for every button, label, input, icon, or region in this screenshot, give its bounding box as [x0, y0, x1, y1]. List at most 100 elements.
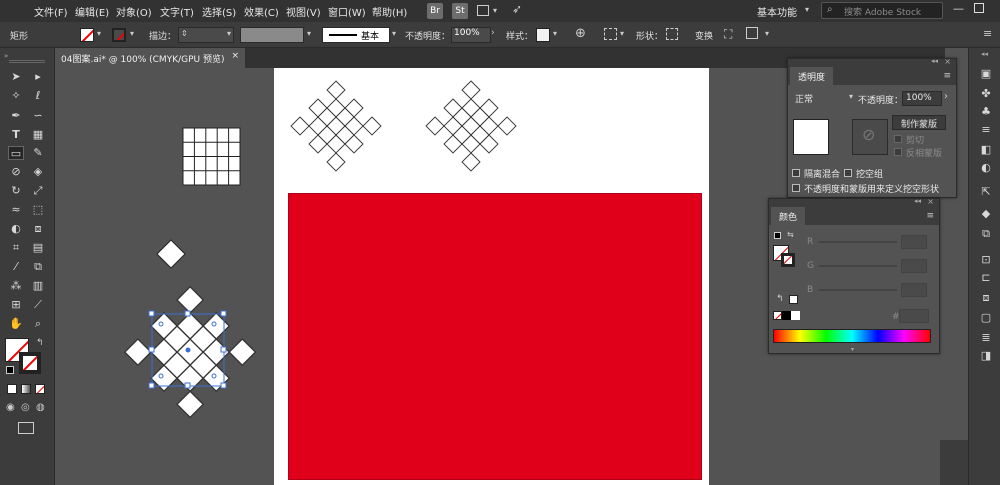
channel-r-field[interactable]: [901, 235, 927, 249]
pen-icon[interactable]: ✒: [8, 109, 24, 123]
transform-button[interactable]: 变换: [695, 29, 713, 42]
draw-behind-icon[interactable]: ◎: [21, 402, 30, 413]
close-icon[interactable]: ×: [944, 57, 951, 66]
free-transform-icon[interactable]: ⬚: [30, 203, 46, 217]
panel-grip[interactable]: ◂◂ ×: [769, 197, 939, 207]
perspective-icon[interactable]: ⧈: [30, 222, 46, 236]
collapse-icon[interactable]: ◂◂: [914, 197, 921, 205]
document-tab[interactable]: 04图案.ai* @ 100% (CMYK/GPU 预览) ×: [55, 48, 245, 68]
stroke-weight-field[interactable]: ⇕ ▾: [178, 27, 234, 43]
menu-edit[interactable]: 编辑(E): [75, 4, 109, 19]
brush-definition[interactable]: 基本: [322, 27, 390, 43]
channel-r-slider[interactable]: [819, 241, 897, 243]
menu-view[interactable]: 视图(V): [286, 4, 321, 19]
align-icon[interactable]: [604, 28, 617, 40]
gpu-rocket-icon[interactable]: ➶: [512, 2, 522, 16]
gradient-mode-icon[interactable]: [21, 384, 31, 394]
column-graph-icon[interactable]: ▥: [30, 279, 46, 293]
layers-icon[interactable]: ◆: [979, 208, 993, 220]
opacity-mask-knockout-checkbox[interactable]: [792, 184, 800, 192]
menu-help[interactable]: 帮助(H): [372, 4, 407, 19]
gradient-icon[interactable]: ▤: [30, 241, 46, 255]
slice-icon[interactable]: ⟋: [30, 298, 46, 312]
character-icon[interactable]: ≣: [979, 332, 993, 344]
stock-button[interactable]: St: [452, 3, 468, 19]
minimize-button[interactable]: —: [953, 2, 964, 15]
export-icon[interactable]: ⇱: [979, 186, 993, 198]
eyedropper-icon[interactable]: ⁄: [8, 260, 24, 274]
rotate-icon[interactable]: ↻: [8, 184, 24, 198]
fill-swatch[interactable]: [80, 28, 94, 42]
pattern-tile-2[interactable]: [426, 81, 516, 171]
chevron-right-icon[interactable]: ›: [491, 28, 495, 38]
channel-g-slider[interactable]: [819, 265, 897, 267]
stock-search-input[interactable]: ⌕ 搜索 Adobe Stock: [821, 2, 943, 19]
white-swatch[interactable]: [791, 311, 800, 320]
transform-panel-icon[interactable]: ▢: [979, 312, 993, 324]
invert-mask-checkbox[interactable]: [894, 148, 902, 156]
chevron-down-icon[interactable]: ▾: [307, 29, 311, 38]
pathfinder-icon[interactable]: ⧈: [979, 292, 993, 304]
panel-menu-icon[interactable]: ≡: [983, 27, 992, 40]
default-colors-icon[interactable]: [6, 366, 14, 374]
variable-width-profile[interactable]: [240, 27, 304, 43]
brush-icon[interactable]: ✎: [30, 146, 46, 160]
shape-builder-icon[interactable]: ◐: [8, 222, 24, 236]
draw-inside-icon[interactable]: ◍: [36, 402, 45, 413]
screen-mode-icon[interactable]: [18, 422, 34, 434]
chevron-down-icon[interactable]: ▾: [130, 29, 134, 38]
black-swatch[interactable]: [782, 311, 791, 320]
menu-window[interactable]: 窗口(W): [328, 4, 366, 19]
stroke-panel-icon[interactable]: ≡: [979, 124, 993, 136]
default-colors-icon[interactable]: [774, 232, 781, 239]
scale-icon[interactable]: ⤢: [30, 184, 46, 198]
make-mask-button[interactable]: 制作蒙版: [892, 115, 946, 130]
stepper-icon[interactable]: ⇕: [181, 29, 188, 38]
collapse-icon[interactable]: »: [4, 52, 8, 60]
align-panel-icon[interactable]: ⊏: [979, 272, 993, 284]
recolor-artwork-icon[interactable]: ⊕: [575, 26, 586, 41]
none-mode-icon[interactable]: [35, 384, 45, 394]
panel-resize-handle[interactable]: ▾: [851, 346, 854, 353]
hand-icon[interactable]: ✋: [8, 317, 24, 331]
chevron-down-icon[interactable]: ▾: [805, 5, 809, 14]
shape-properties-icon[interactable]: [666, 28, 678, 40]
pattern-tile-1[interactable]: [291, 81, 381, 171]
transparency-panel-icon[interactable]: ◐: [979, 162, 993, 174]
blend-icon[interactable]: ⧉: [30, 260, 46, 274]
close-icon[interactable]: ×: [231, 51, 239, 61]
collapse-icon[interactable]: ◂◂: [981, 50, 988, 58]
tab-color[interactable]: 颜色: [771, 207, 806, 225]
grid-object[interactable]: [182, 127, 241, 186]
zoom-icon[interactable]: ⌕: [30, 317, 46, 331]
type-icon[interactable]: T: [8, 128, 24, 142]
chevron-down-icon[interactable]: ▾: [227, 29, 231, 38]
channel-g-field[interactable]: [901, 259, 927, 273]
swatches-icon[interactable]: ▣: [979, 68, 993, 80]
out-of-gamut-icon[interactable]: ↰: [776, 294, 784, 304]
direct-selection-icon[interactable]: ▸: [30, 70, 46, 84]
maximize-button[interactable]: [974, 3, 984, 13]
shaper-icon[interactable]: ⊘: [8, 165, 24, 179]
chevron-down-icon[interactable]: ▾: [765, 29, 769, 38]
artboard-icon[interactable]: ⊞: [8, 298, 24, 312]
channel-b-slider[interactable]: [819, 289, 897, 291]
stroke-swatch[interactable]: [112, 28, 126, 42]
curvature-icon[interactable]: ∽: [30, 109, 46, 123]
selected-pattern[interactable]: [125, 287, 256, 418]
hex-field[interactable]: [899, 309, 929, 323]
collapse-icon[interactable]: ◂◂: [931, 57, 938, 65]
menu-object[interactable]: 对象(O): [116, 4, 152, 19]
workspace-switcher[interactable]: 基本功能: [757, 4, 797, 19]
knockout-group-checkbox[interactable]: [844, 169, 852, 177]
stroke-indicator[interactable]: [781, 253, 795, 267]
web-safe-color-swatch[interactable]: [789, 295, 798, 304]
eraser-icon[interactable]: ◈: [30, 165, 46, 179]
mesh-icon[interactable]: ⌗: [8, 241, 24, 255]
chevron-down-icon[interactable]: ▾: [97, 29, 101, 38]
magic-wand-icon[interactable]: ✧: [8, 89, 24, 103]
opacity-field[interactable]: 100%: [902, 91, 942, 106]
panel-menu-icon[interactable]: ≡: [926, 211, 934, 221]
lasso-icon[interactable]: ℓ: [30, 89, 46, 103]
menu-file[interactable]: 文件(F): [34, 4, 68, 19]
